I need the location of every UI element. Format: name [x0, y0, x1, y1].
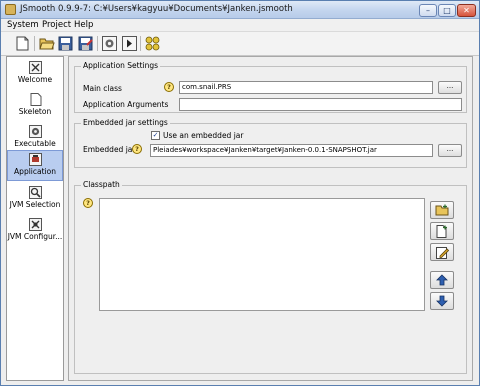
group-title: Application Settings [81, 61, 161, 70]
add-file-icon [436, 224, 447, 238]
menu-project[interactable]: Project [42, 20, 71, 30]
edit-icon [435, 246, 449, 259]
main-class-field[interactable]: com.snail.PRS [179, 81, 433, 94]
sidebar-item-executable[interactable]: Executable [7, 123, 63, 153]
jvm-selection-icon [28, 186, 42, 199]
save-icon[interactable] [57, 35, 74, 52]
sidebar-item-label: JVM Selection [9, 200, 61, 209]
maximize-button[interactable]: □ [438, 4, 456, 17]
sidebar-item-label: JVM Configur... [7, 232, 63, 241]
embedded-jar-path-field[interactable]: Pleiades¥workspace¥Janken¥target¥Janken-… [150, 144, 433, 157]
help-icon[interactable]: ? [132, 144, 142, 154]
menu-system[interactable]: System [7, 20, 39, 30]
window-title: JSmooth 0.9.9-7: C:¥Users¥kagyuu¥Documen… [20, 4, 293, 14]
title-bar[interactable]: JSmooth 0.9.9-7: C:¥Users¥kagyuu¥Documen… [1, 1, 479, 19]
main-class-label: Main class [83, 84, 122, 93]
use-embedded-jar-label: Use an embedded jar [163, 131, 244, 140]
sidebar-item-skeleton[interactable]: Skeleton [7, 91, 63, 121]
sidebar-item-welcome[interactable]: Welcome [7, 59, 63, 89]
executable-icon [28, 125, 42, 138]
menu-bar: System Project Help [1, 19, 479, 32]
save-as-icon[interactable] [77, 35, 94, 52]
sidebar-item-label: Application [14, 167, 56, 176]
application-arguments-field[interactable] [179, 98, 462, 111]
classpath-list[interactable] [99, 198, 425, 311]
sidebar-item-label: Welcome [17, 75, 53, 84]
jvm-configuration-icon [28, 218, 42, 231]
move-up-button[interactable] [430, 271, 454, 289]
use-embedded-jar-checkbox[interactable]: ✓ [151, 131, 160, 140]
application-arguments-label: Application Arguments [83, 100, 169, 109]
close-button[interactable]: ✕ [457, 4, 476, 17]
arrow-up-icon [436, 274, 448, 286]
sidebar-item-jvm-selection[interactable]: JVM Selection [7, 184, 63, 214]
classpath-group: Classpath ? [74, 180, 467, 374]
sidebar-item-jvm-configuration[interactable]: JVM Configur... [7, 216, 63, 246]
embedded-jar-settings-group: Embedded jar settings Embedded jar ? ✓ U… [74, 118, 467, 168]
menu-help[interactable]: Help [74, 20, 93, 30]
application-panel: Application Settings Main class ? com.sn… [68, 56, 473, 381]
toolbar [1, 32, 479, 56]
application-icon [28, 153, 42, 166]
add-classpath-folder-button[interactable] [430, 201, 454, 219]
sidebar-item-application[interactable]: Application [7, 150, 63, 181]
main-class-browse-button[interactable]: ... [438, 81, 462, 94]
arrow-down-icon [436, 295, 448, 307]
sidebar-item-label: Executable [14, 139, 56, 148]
help-icon[interactable]: ? [83, 198, 93, 208]
add-folder-icon [435, 204, 449, 216]
run-icon[interactable] [121, 35, 138, 52]
app-icon [5, 4, 16, 15]
group-title: Embedded jar settings [81, 118, 170, 127]
compile-icon[interactable] [144, 35, 161, 52]
settings-gear-icon[interactable] [101, 35, 118, 52]
new-file-icon[interactable] [14, 35, 31, 52]
embedded-jar-browse-button[interactable]: ... [438, 144, 462, 157]
embedded-jar-label: Embedded jar [83, 145, 136, 154]
sidebar-item-label: Skeleton [18, 107, 52, 116]
move-down-button[interactable] [430, 292, 454, 310]
open-folder-icon[interactable] [38, 35, 55, 52]
application-settings-group: Application Settings Main class ? com.sn… [74, 61, 467, 113]
add-classpath-file-button[interactable] [430, 222, 454, 240]
group-title: Classpath [81, 180, 122, 189]
jsmooth-window: JSmooth 0.9.9-7: C:¥Users¥kagyuu¥Documen… [0, 0, 480, 386]
content-area: Welcome Skeleton Executable Application [1, 56, 479, 385]
welcome-icon [28, 61, 42, 74]
sidebar-nav: Welcome Skeleton Executable Application [6, 56, 64, 381]
minimize-button[interactable]: – [419, 4, 437, 17]
help-icon[interactable]: ? [164, 82, 174, 92]
skeleton-icon [29, 93, 42, 106]
edit-classpath-entry-button[interactable] [430, 243, 454, 261]
